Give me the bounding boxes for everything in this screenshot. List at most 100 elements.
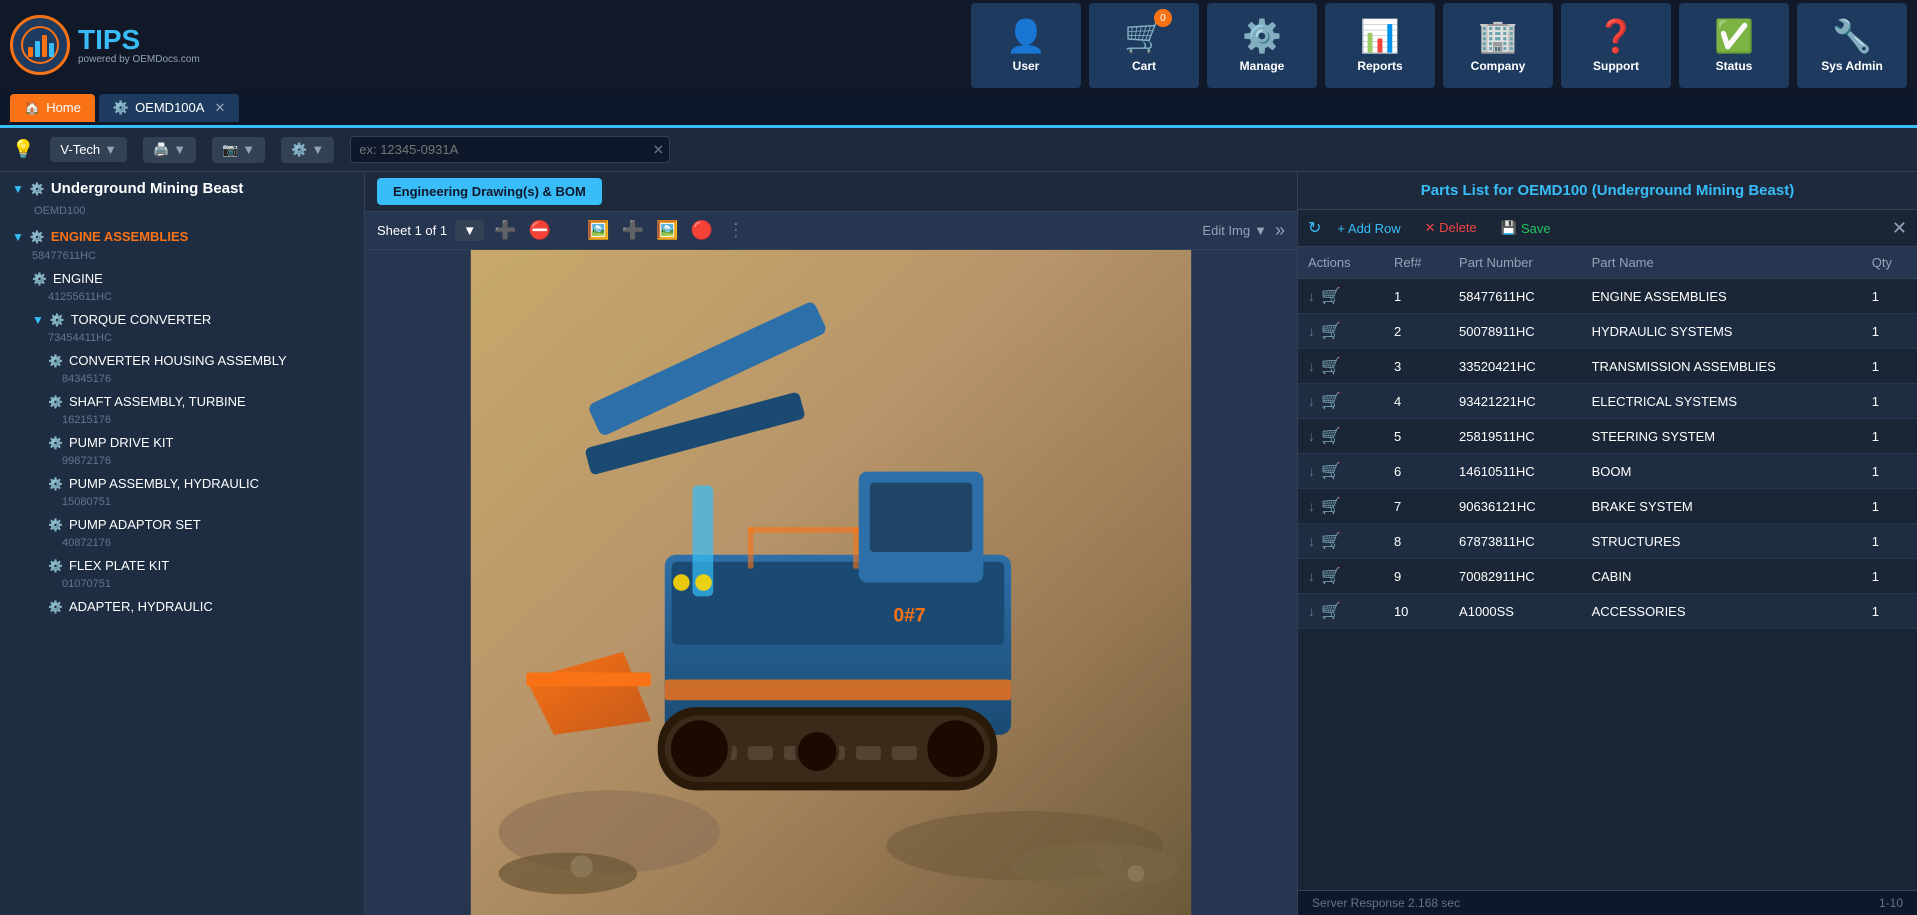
row-qty: 1 <box>1862 279 1917 314</box>
user-icon: 👤 <box>1006 17 1046 55</box>
sidebar-item-pump-assembly[interactable]: ⚙️ PUMP ASSEMBLY, HYDRAULIC <box>0 471 364 496</box>
expand-button[interactable]: » <box>1275 220 1285 241</box>
nav-cart-button[interactable]: 🛒 0 Cart <box>1089 3 1199 88</box>
camera-button[interactable]: 📷 ▼ <box>212 137 265 163</box>
row-move-icon[interactable]: ↓ <box>1308 498 1315 514</box>
table-row: ↓ 🛒 1 58477611HC ENGINE ASSEMBLIES 1 <box>1298 279 1917 314</box>
save-button[interactable]: 💾 Save <box>1493 216 1559 240</box>
drawing-tab[interactable]: Engineering Drawing(s) & BOM <box>377 178 602 205</box>
table-row: ↓ 🛒 9 70082911HC CABIN 1 <box>1298 559 1917 594</box>
nav-manage-button[interactable]: ⚙️ Manage <box>1207 3 1317 88</box>
image-view-button[interactable]: 🖼️ <box>585 218 611 243</box>
sidebar-item-engine[interactable]: ⚙️ ENGINE <box>0 266 364 291</box>
tab-close-button[interactable]: ✕ <box>214 100 225 116</box>
sidebar-root-label: Underground Mining Beast <box>51 180 244 197</box>
row-cart-icon[interactable]: 🛒 <box>1321 321 1341 341</box>
sidebar-item-engine-assemblies[interactable]: ▼ ⚙️ ENGINE ASSEMBLIES <box>0 223 364 250</box>
workspace-button[interactable]: V-Tech ▼ <box>50 137 127 162</box>
row-cart-icon[interactable]: 🛒 <box>1321 496 1341 516</box>
sheet-dropdown-button[interactable]: ▼ <box>455 220 484 241</box>
row-cart-icon[interactable]: 🛒 <box>1321 426 1341 446</box>
row-part-name: ENGINE ASSEMBLIES <box>1582 279 1862 314</box>
image-placeholder-button[interactable]: 🖼️ <box>654 218 680 243</box>
sidebar-pump-assembly-code: 15080751 <box>0 496 364 512</box>
settings-button[interactable]: ⚙️ ▼ <box>281 137 334 163</box>
delete-button[interactable]: ✕ Delete <box>1417 216 1485 240</box>
sidebar-item-pump-drive-kit[interactable]: ⚙️ PUMP DRIVE KIT <box>0 430 364 455</box>
sheet-remove-button[interactable]: ⛔ <box>527 218 553 243</box>
row-actions: ↓ 🛒 <box>1298 559 1384 594</box>
row-cart-icon[interactable]: 🛒 <box>1321 391 1341 411</box>
sidebar-item-torque-converter[interactable]: ▼ ⚙️ TORQUE CONVERTER <box>0 307 364 332</box>
right-panel: Parts List for OEMD100 (Underground Mini… <box>1297 172 1917 915</box>
nav-sysadmin-label: Sys Admin <box>1821 59 1883 73</box>
sidebar-item-shaft-assembly[interactable]: ⚙️ SHAFT ASSEMBLY, TURBINE <box>0 389 364 414</box>
row-move-icon[interactable]: ↓ <box>1308 358 1315 374</box>
row-ref: 10 <box>1384 594 1449 629</box>
search-bar: ✕ <box>350 136 670 163</box>
edit-img-button[interactable]: Edit Img ▼ <box>1202 223 1267 238</box>
sidebar-item-converter-housing[interactable]: ⚙️ CONVERTER HOUSING ASSEMBLY <box>0 348 364 373</box>
row-move-icon[interactable]: ↓ <box>1308 393 1315 409</box>
row-ref: 5 <box>1384 419 1449 454</box>
sidebar-item-pump-adaptor-set[interactable]: ⚙️ PUMP ADAPTOR SET <box>0 512 364 537</box>
search-input[interactable] <box>350 136 670 163</box>
sidebar-root-item[interactable]: ▼ ⚙️ Underground Mining Beast <box>0 172 364 205</box>
nav-company-button[interactable]: 🏢 Company <box>1443 3 1553 88</box>
manage-icon: ⚙️ <box>1242 17 1282 55</box>
sidebar-item-flex-plate-kit[interactable]: ⚙️ FLEX PLATE KIT <box>0 553 364 578</box>
row-ref: 2 <box>1384 314 1449 349</box>
tab-oemd100a[interactable]: ⚙️ OEMD100A ✕ <box>99 94 239 122</box>
workspace-arrow-icon: ▼ <box>104 142 117 157</box>
table-row: ↓ 🛒 4 93421221HC ELECTRICAL SYSTEMS 1 <box>1298 384 1917 419</box>
image-remove-button[interactable]: 🔴 <box>688 218 714 243</box>
row-cart-icon[interactable]: 🛒 <box>1321 566 1341 586</box>
row-move-icon[interactable]: ↓ <box>1308 288 1315 304</box>
sheet-add-button[interactable]: ➕ <box>492 218 518 243</box>
row-part-number: 67873811HC <box>1449 524 1582 559</box>
nav-reports-label: Reports <box>1357 59 1402 73</box>
row-move-icon[interactable]: ↓ <box>1308 323 1315 339</box>
pump-adaptor-gear-icon: ⚙️ <box>48 518 63 532</box>
row-move-icon[interactable]: ↓ <box>1308 568 1315 584</box>
tab-home[interactable]: 🏠 Home <box>10 94 95 122</box>
nav-reports-button[interactable]: 📊 Reports <box>1325 3 1435 88</box>
nav-support-button[interactable]: ❓ Support <box>1561 3 1671 88</box>
nav-sysadmin-button[interactable]: 🔧 Sys Admin <box>1797 3 1907 88</box>
row-move-icon[interactable]: ↓ <box>1308 463 1315 479</box>
drawing-image-area: 0#7 <box>365 250 1297 915</box>
row-part-name: ELECTRICAL SYSTEMS <box>1582 384 1862 419</box>
row-cart-icon[interactable]: 🛒 <box>1321 356 1341 376</box>
row-cart-icon[interactable]: 🛒 <box>1321 531 1341 551</box>
sidebar-pump-adaptor-code: 40872176 <box>0 537 364 553</box>
print-arrow-icon: ▼ <box>173 142 186 157</box>
home-icon: 🏠 <box>24 100 40 116</box>
refresh-button[interactable]: ↻ <box>1308 218 1321 238</box>
add-row-button[interactable]: + Add Row <box>1329 217 1408 240</box>
nav-status-label: Status <box>1716 59 1753 73</box>
print-icon: 🖨️ <box>153 142 169 158</box>
flex-plate-gear-icon: ⚙️ <box>48 559 63 573</box>
nav-status-button[interactable]: ✅ Status <box>1679 3 1789 88</box>
row-cart-icon[interactable]: 🛒 <box>1321 601 1341 621</box>
row-actions: ↓ 🛒 <box>1298 314 1384 349</box>
nav-user-button[interactable]: 👤 User <box>971 3 1081 88</box>
sidebar-item-adapter-hydraulic[interactable]: ⚙️ ADAPTER, HYDRAULIC <box>0 594 364 619</box>
print-button[interactable]: 🖨️ ▼ <box>143 137 196 163</box>
lightbulb-icon: 💡 <box>12 139 34 160</box>
sidebar-pump-adaptor-label: PUMP ADAPTOR SET <box>69 517 201 532</box>
row-move-icon[interactable]: ↓ <box>1308 603 1315 619</box>
sidebar-torque-label: TORQUE CONVERTER <box>71 312 211 327</box>
row-move-icon[interactable]: ↓ <box>1308 533 1315 549</box>
table-row: ↓ 🛒 3 33520421HC TRANSMISSION ASSEMBLIES… <box>1298 349 1917 384</box>
sheet-selector: Sheet 1 of 1 ▼ <box>377 220 484 241</box>
row-cart-icon[interactable]: 🛒 <box>1321 286 1341 306</box>
row-actions: ↓ 🛒 <box>1298 454 1384 489</box>
row-move-icon[interactable]: ↓ <box>1308 428 1315 444</box>
row-cart-icon[interactable]: 🛒 <box>1321 461 1341 481</box>
parts-close-button[interactable]: ✕ <box>1892 218 1907 239</box>
search-clear-button[interactable]: ✕ <box>653 141 665 158</box>
col-qty: Qty <box>1862 247 1917 279</box>
image-add-button[interactable]: ➕ <box>620 218 646 243</box>
row-part-name: STEERING SYSTEM <box>1582 419 1862 454</box>
